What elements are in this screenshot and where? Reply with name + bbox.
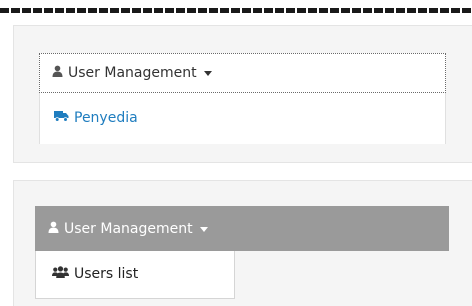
truck-icon bbox=[54, 110, 69, 126]
user-management-dropdown-button[interactable]: User Management bbox=[35, 206, 449, 251]
menu-item-users-list[interactable]: Users list bbox=[52, 266, 138, 282]
user-management-dropdown-button[interactable]: User Management bbox=[39, 53, 446, 93]
caret-down-icon bbox=[203, 71, 212, 76]
menu-item-label: Penyedia bbox=[74, 110, 138, 126]
dropdown-menu: Users list bbox=[35, 251, 235, 299]
user-icon bbox=[48, 221, 59, 237]
dropdown-label: User Management bbox=[64, 220, 193, 237]
users-icon bbox=[52, 266, 69, 282]
user-icon bbox=[52, 65, 63, 81]
dropdown-label: User Management bbox=[68, 65, 197, 81]
menu-item-label: Users list bbox=[74, 266, 139, 282]
dropdown-menu: Penyedia bbox=[39, 93, 446, 144]
menu-item-penyedia[interactable]: Penyedia bbox=[54, 110, 138, 126]
caret-down-icon bbox=[199, 226, 208, 232]
top-dashed-border bbox=[0, 8, 472, 13]
